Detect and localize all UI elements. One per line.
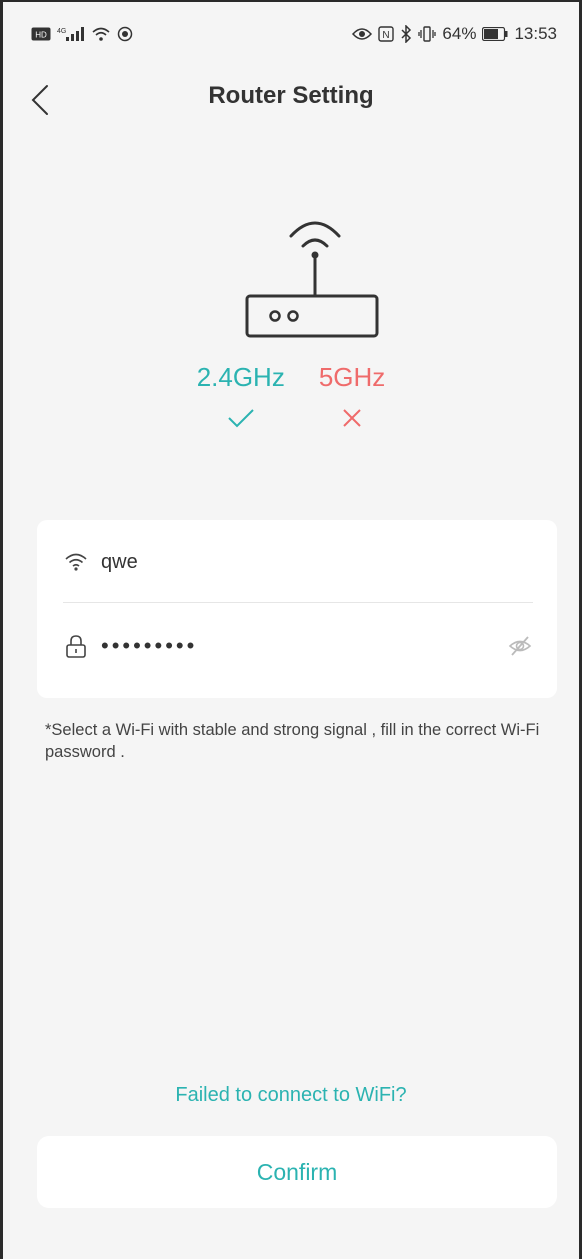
- svg-text:HD: HD: [35, 31, 47, 40]
- band-status: 2.4GHz 5GHz: [3, 362, 579, 431]
- eye-icon: [352, 28, 373, 40]
- status-bar: HD 4G N 64% 13:53: [3, 2, 579, 66]
- signal-4g-icon: 4G: [57, 27, 84, 41]
- confirm-button[interactable]: Confirm: [37, 1136, 557, 1208]
- ssid-field[interactable]: qwe: [63, 520, 533, 604]
- password-field[interactable]: •••••••••: [63, 604, 533, 688]
- nfc-icon: N: [378, 26, 395, 42]
- wifi-icon: [65, 553, 87, 571]
- record-icon: [117, 26, 133, 42]
- band-5ghz-label: 5GHz: [318, 362, 386, 392]
- app-screen: HD 4G N 64% 13:53 Router Setting 2.4GHz: [0, 0, 582, 1259]
- battery-percent: 64%: [442, 24, 477, 43]
- band-5ghz: 5GHz: [319, 362, 385, 431]
- status-right: N 64% 13:53: [352, 24, 557, 44]
- hd-icon: HD: [31, 27, 51, 41]
- bluetooth-icon: [401, 25, 412, 43]
- eye-slash-icon[interactable]: [507, 633, 533, 659]
- wifi-icon: [92, 27, 110, 41]
- status-left: HD 4G: [31, 26, 133, 42]
- svg-text:N: N: [383, 30, 390, 41]
- band-24ghz-label: 2.4GHz: [196, 362, 285, 392]
- cross-icon: [343, 409, 361, 427]
- vibrate-icon: [418, 26, 437, 42]
- status-time: 13:53: [514, 24, 557, 43]
- band-24ghz: 2.4GHz: [197, 362, 285, 431]
- hint-text: *Select a Wi-Fi with stable and strong s…: [45, 721, 540, 761]
- nav-bar: Router Setting: [3, 66, 579, 136]
- wifi-form-card: qwe •••••••••: [37, 520, 557, 698]
- lock-icon: [66, 635, 86, 658]
- ssid-value: qwe: [101, 550, 138, 573]
- password-value: •••••••••: [101, 633, 198, 658]
- svg-text:4G: 4G: [57, 28, 66, 35]
- checkmark-icon: [228, 409, 254, 428]
- battery-icon: [482, 27, 508, 41]
- page-title: Router Setting: [208, 82, 374, 109]
- router-wifi-icon: [245, 221, 379, 338]
- failed-to-connect-link[interactable]: Failed to connect to WiFi?: [3, 1084, 579, 1107]
- divider: [63, 602, 533, 603]
